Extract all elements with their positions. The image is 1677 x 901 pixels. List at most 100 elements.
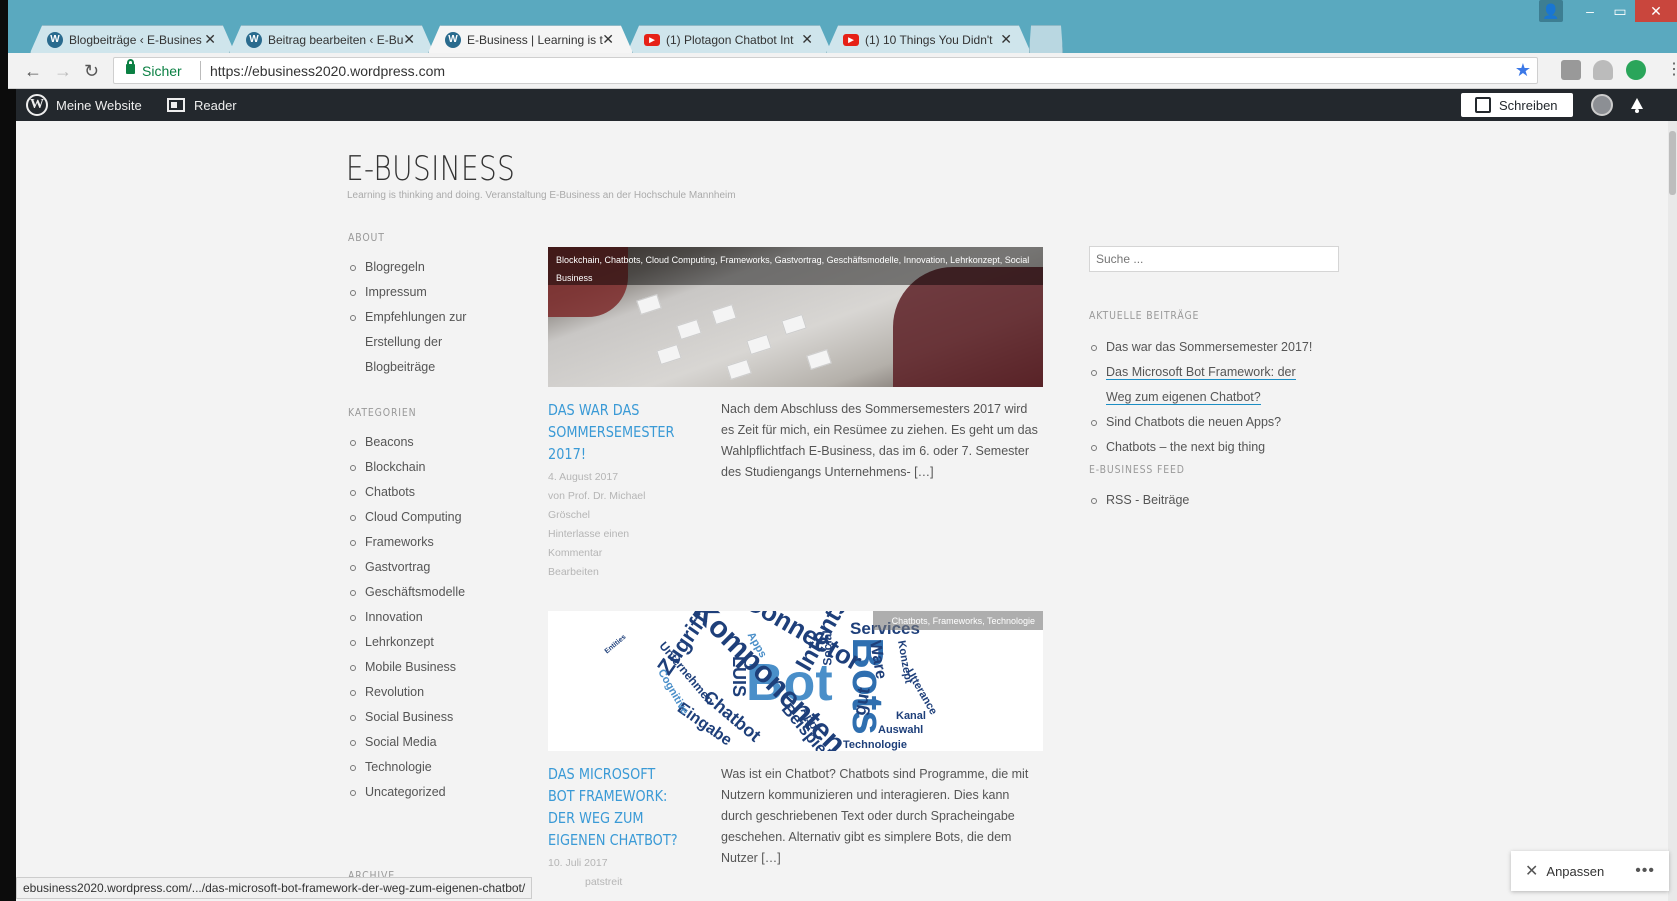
tab-beitrag-bearbeiten[interactable]: W Beitrag bearbeiten ‹ E-Bu ✕ bbox=[229, 25, 434, 53]
post-author[interactable]: von Prof. Dr. Michael Gröschel bbox=[548, 487, 668, 525]
image-paper bbox=[656, 343, 682, 366]
youtube-icon: ▶ bbox=[843, 33, 859, 46]
tools-icon: ✕ bbox=[1525, 863, 1539, 880]
reload-icon[interactable]: ↻ bbox=[84, 61, 99, 82]
post-title[interactable]: DAS WAR DAS SOMMERSEMESTER 2017! bbox=[548, 399, 686, 465]
avatar[interactable] bbox=[1591, 94, 1613, 116]
wordcloud-word: Auswahl bbox=[878, 724, 924, 736]
back-arrow-icon[interactable]: ← bbox=[24, 61, 42, 82]
image-paper bbox=[636, 293, 662, 316]
recent-post-item[interactable]: Chatbots – the next big thing bbox=[1089, 435, 1319, 460]
notifications-icon[interactable] bbox=[1628, 96, 1646, 114]
category-item[interactable]: Gastvortrag bbox=[348, 555, 465, 580]
my-site-link[interactable]: W Meine Website bbox=[26, 89, 142, 121]
category-item[interactable]: Revolution bbox=[348, 680, 465, 705]
address-bar[interactable]: Sicher https://ebusiness2020.wordpress.c… bbox=[113, 57, 1538, 84]
my-site-label: Meine Website bbox=[56, 97, 142, 113]
recent-post-item[interactable]: Sind Chatbots die neuen Apps? bbox=[1089, 410, 1319, 435]
about-list: Blogregeln Impressum Empfehlungen zur Er… bbox=[348, 255, 473, 380]
bookmark-star-icon[interactable]: ★ bbox=[1515, 60, 1531, 81]
image-paper bbox=[726, 358, 752, 381]
tab-e-business[interactable]: W E-Business | Learning is t ✕ bbox=[428, 25, 633, 53]
close-icon[interactable]: ✕ bbox=[1000, 31, 1012, 48]
close-icon[interactable]: ✕ bbox=[204, 31, 216, 48]
post-date[interactable]: 10. Juli 2017 bbox=[548, 854, 668, 873]
secure-label: Sicher bbox=[142, 63, 182, 79]
recent-posts-list: Das war das Sommersemester 2017! Das Mic… bbox=[1089, 335, 1319, 460]
category-item[interactable]: Geschäftsmodelle bbox=[348, 580, 465, 605]
recent-post-item[interactable]: Das Microsoft Bot Framework: der Weg zum… bbox=[1089, 360, 1319, 410]
url-text[interactable]: https://ebusiness2020.wordpress.com bbox=[210, 63, 445, 79]
category-item[interactable]: Social Business bbox=[348, 705, 465, 730]
site-title[interactable]: E-BUSINESS bbox=[346, 149, 515, 189]
wordcloud-word: Entities bbox=[603, 633, 628, 656]
scrollbar-thumb[interactable] bbox=[1669, 131, 1676, 195]
post-excerpt: Was ist ein Chatbot? Chatbots sind Progr… bbox=[721, 767, 1029, 865]
category-item[interactable]: Mobile Business bbox=[348, 655, 465, 680]
pencil-icon bbox=[1475, 97, 1491, 113]
search-input[interactable] bbox=[1089, 246, 1339, 272]
close-icon[interactable]: ✕ bbox=[801, 31, 813, 48]
write-button[interactable]: Schreiben bbox=[1461, 93, 1573, 117]
menu-icon[interactable]: ⋮ bbox=[1666, 59, 1677, 79]
url-separator bbox=[200, 61, 201, 80]
tab-label: Beitrag bearbeiten ‹ E-Bu bbox=[268, 32, 404, 47]
extension-icon[interactable] bbox=[1561, 60, 1581, 80]
category-item[interactable]: Technologie bbox=[348, 755, 465, 780]
about-item-empfehlungen[interactable]: Empfehlungen zur Erstellung der Blogbeit… bbox=[348, 305, 473, 380]
reader-link[interactable]: Reader bbox=[167, 89, 237, 121]
about-item-impressum[interactable]: Impressum bbox=[348, 280, 473, 305]
post-featured-image[interactable]: Blockchain, Chatbots, Cloud Computing, F… bbox=[548, 247, 1043, 387]
wordcloud-word: Kanal bbox=[896, 710, 926, 722]
close-icon[interactable]: ✕ bbox=[602, 31, 614, 48]
write-label: Schreiben bbox=[1499, 97, 1558, 113]
site-description: Learning is thinking and doing. Veransta… bbox=[347, 190, 736, 201]
category-item[interactable]: Cloud Computing bbox=[348, 505, 465, 530]
minimize-icon[interactable]: – bbox=[1575, 0, 1605, 22]
category-item[interactable]: Beacons bbox=[348, 430, 465, 455]
post-date[interactable]: 4. August 2017 bbox=[548, 468, 668, 487]
category-item[interactable]: Social Media bbox=[348, 730, 465, 755]
rss-link[interactable]: RSS - Beiträge bbox=[1089, 488, 1189, 513]
post-edit-link[interactable]: Bearbeiten bbox=[548, 563, 668, 582]
lock-icon bbox=[126, 59, 135, 74]
new-extension-icon[interactable] bbox=[1626, 60, 1646, 80]
feed-list: RSS - Beiträge bbox=[1089, 488, 1189, 513]
image-paper bbox=[676, 318, 702, 341]
new-tab-button[interactable] bbox=[1029, 25, 1063, 53]
tab-blogbeitraege[interactable]: W Blogbeiträge ‹ E-Busines ✕ bbox=[30, 25, 235, 53]
page-viewport: W Meine Website Reader Schreiben E-BUSIN… bbox=[16, 89, 1677, 901]
post-categories[interactable]: Blockchain, Chatbots, Cloud Computing, F… bbox=[548, 247, 1043, 285]
close-window-icon[interactable]: ✕ bbox=[1635, 0, 1677, 22]
post-categories[interactable]: Chatbots, Frameworks, Technologie bbox=[873, 611, 1043, 630]
customize-button[interactable]: ✕ Anpassen ••• bbox=[1511, 851, 1669, 891]
wordcloud-word: LUIS bbox=[729, 655, 750, 698]
profile-icon[interactable]: 👤 bbox=[1539, 0, 1563, 22]
page-scrollbar[interactable] bbox=[1668, 121, 1677, 901]
post-featured-image[interactable]: Bot Bots Komponenten Zugriff Connector S… bbox=[548, 611, 1043, 751]
post-author[interactable]: patstreit bbox=[548, 873, 668, 892]
more-icon[interactable]: ••• bbox=[1635, 862, 1655, 880]
tab-10-things[interactable]: ▶ (1) 10 Things You Didn't ✕ bbox=[826, 25, 1031, 53]
post-comment-link[interactable]: Hinterlasse einen Kommentar bbox=[548, 525, 668, 563]
category-item[interactable]: Lehrkonzept bbox=[348, 630, 465, 655]
category-item[interactable]: Innovation bbox=[348, 605, 465, 630]
image-paper bbox=[781, 313, 807, 336]
category-item[interactable]: Frameworks bbox=[348, 530, 465, 555]
status-bar-url: ebusiness2020.wordpress.com/.../das-micr… bbox=[16, 877, 533, 899]
post-title[interactable]: DAS MICROSOFT BOT FRAMEWORK: DER WEG ZUM… bbox=[548, 763, 686, 851]
recent-posts-title: AKTUELLE BEITRÄGE bbox=[1089, 309, 1200, 322]
about-widget-title: ABOUT bbox=[348, 231, 385, 244]
cloud-extension-icon[interactable] bbox=[1593, 60, 1613, 80]
category-item[interactable]: Chatbots bbox=[348, 480, 465, 505]
forward-arrow-icon[interactable]: → bbox=[54, 61, 72, 82]
image-paper bbox=[746, 333, 772, 356]
about-item-blogregeln[interactable]: Blogregeln bbox=[348, 255, 473, 280]
recent-post-item[interactable]: Das war das Sommersemester 2017! bbox=[1089, 335, 1319, 360]
category-item[interactable]: Uncategorized bbox=[348, 780, 465, 805]
tab-plotagon[interactable]: ▶ (1) Plotagon Chatbot Int ✕ bbox=[627, 25, 832, 53]
maximize-icon[interactable]: ▭ bbox=[1605, 0, 1635, 22]
close-icon[interactable]: ✕ bbox=[403, 31, 415, 48]
category-item[interactable]: Blockchain bbox=[348, 455, 465, 480]
tab-label: (1) 10 Things You Didn't bbox=[865, 32, 993, 47]
